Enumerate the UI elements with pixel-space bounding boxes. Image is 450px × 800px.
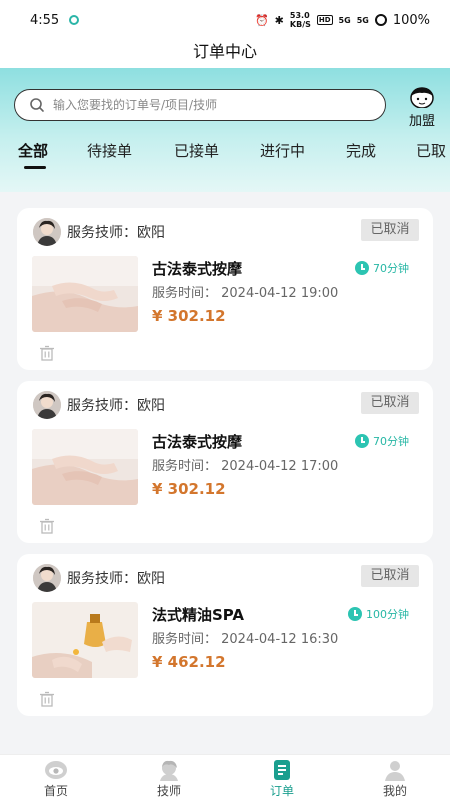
bottom-nav: 首页 技师 订单 我的 [0,754,450,800]
bluetooth-icon: ✱ [274,13,284,27]
signal-2: 5G [356,15,369,25]
tab-all[interactable]: 全部 [18,140,48,161]
nav-home-label: 首页 [43,784,68,798]
trash-icon[interactable] [39,691,55,707]
order-card[interactable]: 服务技师：欧阳 已取消 古法泰式按摩 70分钟 服务时间： 2024-04-12… [17,208,433,370]
duration: 100分钟 [348,606,409,622]
search-box[interactable] [14,89,386,121]
header-area: 加盟 全部 待接单 已接单 进行中 完成 已取 [0,68,450,192]
trash-icon[interactable] [39,345,55,361]
alarm-icon: ⏰ [254,13,269,27]
nav-technician[interactable]: 技师 [139,759,199,799]
order-price: ¥ 462.12 [152,653,226,671]
technician-name: 服务技师：欧阳 [67,571,165,587]
net-speed: 53.0 KB/S [289,11,311,29]
status-badge: 已取消 [361,565,419,587]
service-image [32,256,138,332]
order-list: 服务技师：欧阳 已取消 古法泰式按摩 70分钟 服务时间： 2024-04-12… [0,192,450,754]
trash-icon[interactable] [39,518,55,534]
technician-name: 服务技师：欧阳 [67,225,165,241]
technician-name: 服务技师：欧阳 [67,398,165,414]
profile-icon [385,761,405,781]
active-tab-indicator [24,166,46,169]
service-image [32,429,138,505]
clock-icon [348,607,362,621]
order-price: ¥ 302.12 [152,307,226,325]
service-name: 古法泰式按摩 [152,433,243,451]
nav-orders[interactable]: 订单 [252,759,312,799]
service-image [32,602,138,678]
status-icons: ⏰ ✱ 53.0 KB/S HD 5G 5G 100% [255,11,430,29]
battery-level: 100% [392,12,430,28]
status-badge: 已取消 [361,392,419,414]
join-button[interactable]: 加盟 [402,86,442,129]
nav-profile-label: 我的 [382,784,407,798]
page-title: 订单中心 [0,40,450,70]
order-card[interactable]: 服务技师：欧阳 已取消 法式精油SPA 100分钟 服务时间： 2024-04-… [17,554,433,716]
signal-1: 5G [338,15,351,25]
app-notification-icon [69,15,80,25]
nav-orders-label: 订单 [269,784,294,798]
join-avatar-icon [410,87,434,108]
order-icon [274,760,290,780]
technician-avatar [33,218,61,246]
technician-icon [160,760,178,781]
order-price: ¥ 302.12 [152,480,226,498]
technician-avatar [33,391,61,419]
tab-pending[interactable]: 待接单 [87,140,132,161]
dnd-icon [374,14,387,26]
order-status-tabs: 全部 待接单 已接单 进行中 完成 已取 [0,138,450,178]
status-badge: 已取消 [361,219,419,241]
service-name: 古法泰式按摩 [152,260,243,278]
tab-in-progress[interactable]: 进行中 [260,140,305,161]
service-time: 服务时间： 2024-04-12 17:00 [152,459,339,474]
nav-technician-label: 技师 [156,784,181,798]
clock-icon [355,434,369,448]
tab-cancelled[interactable]: 已取 [416,140,446,161]
service-time: 服务时间： 2024-04-12 16:30 [152,632,339,647]
join-label: 加盟 [408,114,435,129]
hd-badge: HD [316,15,333,25]
technician-avatar [33,564,61,592]
service-name: 法式精油SPA [152,606,245,624]
status-time: 4:55 [30,12,60,28]
status-bar: 4:55 ⏰ ✱ 53.0 KB/S HD 5G 5G 100% [0,0,450,40]
order-card[interactable]: 服务技师：欧阳 已取消 古法泰式按摩 70分钟 服务时间： 2024-04-12… [17,381,433,543]
duration: 70分钟 [355,260,409,276]
nav-profile[interactable]: 我的 [365,759,425,799]
tab-completed[interactable]: 完成 [346,140,376,161]
tab-accepted[interactable]: 已接单 [174,140,219,161]
service-time: 服务时间： 2024-04-12 19:00 [152,286,339,301]
clock-icon [355,261,369,275]
nav-home[interactable]: 首页 [26,759,86,799]
home-eye-icon [45,761,67,779]
duration: 70分钟 [355,433,409,449]
search-icon [30,98,44,112]
search-input[interactable] [53,98,353,112]
